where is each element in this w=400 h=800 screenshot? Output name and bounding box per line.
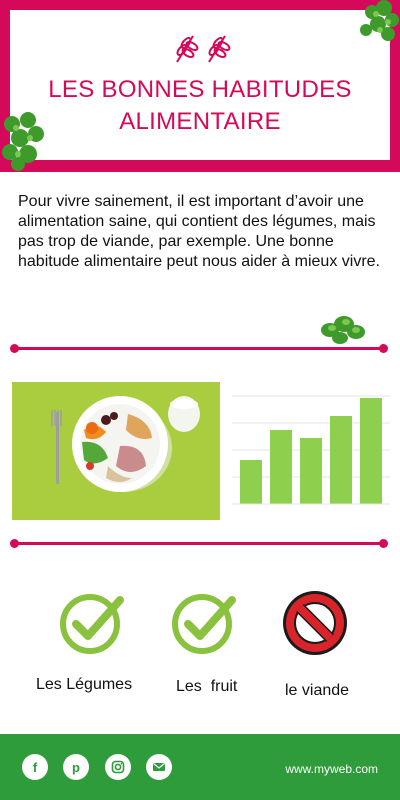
website-link[interactable]: www.myweb.com — [285, 762, 378, 776]
chart-bar — [360, 398, 382, 504]
pinterest-icon[interactable]: p — [63, 754, 89, 780]
red-prohibited-icon — [283, 591, 347, 655]
envelope-glyph-icon — [153, 763, 165, 771]
chart-bar — [300, 438, 322, 504]
chart-bar — [240, 460, 262, 504]
intro-paragraph: Pour vivre sainement, il est important d… — [18, 193, 380, 270]
label-fruit: Les fruit — [176, 678, 238, 695]
page-title: LES BONNES HABITUDES ALIMENTAIRE — [0, 74, 400, 138]
instagram-glyph-icon — [111, 760, 125, 774]
facebook-icon[interactable]: f — [22, 754, 48, 780]
parsley-top-right-image — [360, 0, 399, 41]
plate-illustration — [12, 382, 220, 520]
email-icon[interactable] — [146, 754, 172, 780]
label-vegetables: Les Légumes — [36, 676, 133, 693]
bar-chart — [232, 395, 390, 505]
green-check-icon — [172, 594, 236, 654]
herb-sprig-image — [321, 316, 365, 344]
instagram-icon[interactable] — [105, 754, 131, 780]
divider-top — [10, 344, 388, 353]
chart-bar — [270, 430, 292, 504]
healthy-plate-photo — [12, 382, 220, 520]
title-line-2: ALIMENTAIRE — [119, 108, 281, 135]
title-line-1: LES BONNES HABITUDES — [48, 76, 352, 103]
green-check-icon — [60, 594, 124, 654]
wheat-leaves-icon — [176, 35, 231, 63]
divider-bottom — [10, 539, 388, 548]
chart-bar — [330, 416, 352, 504]
label-meat: le viande — [285, 682, 350, 699]
parsley-left-image — [2, 112, 44, 171]
